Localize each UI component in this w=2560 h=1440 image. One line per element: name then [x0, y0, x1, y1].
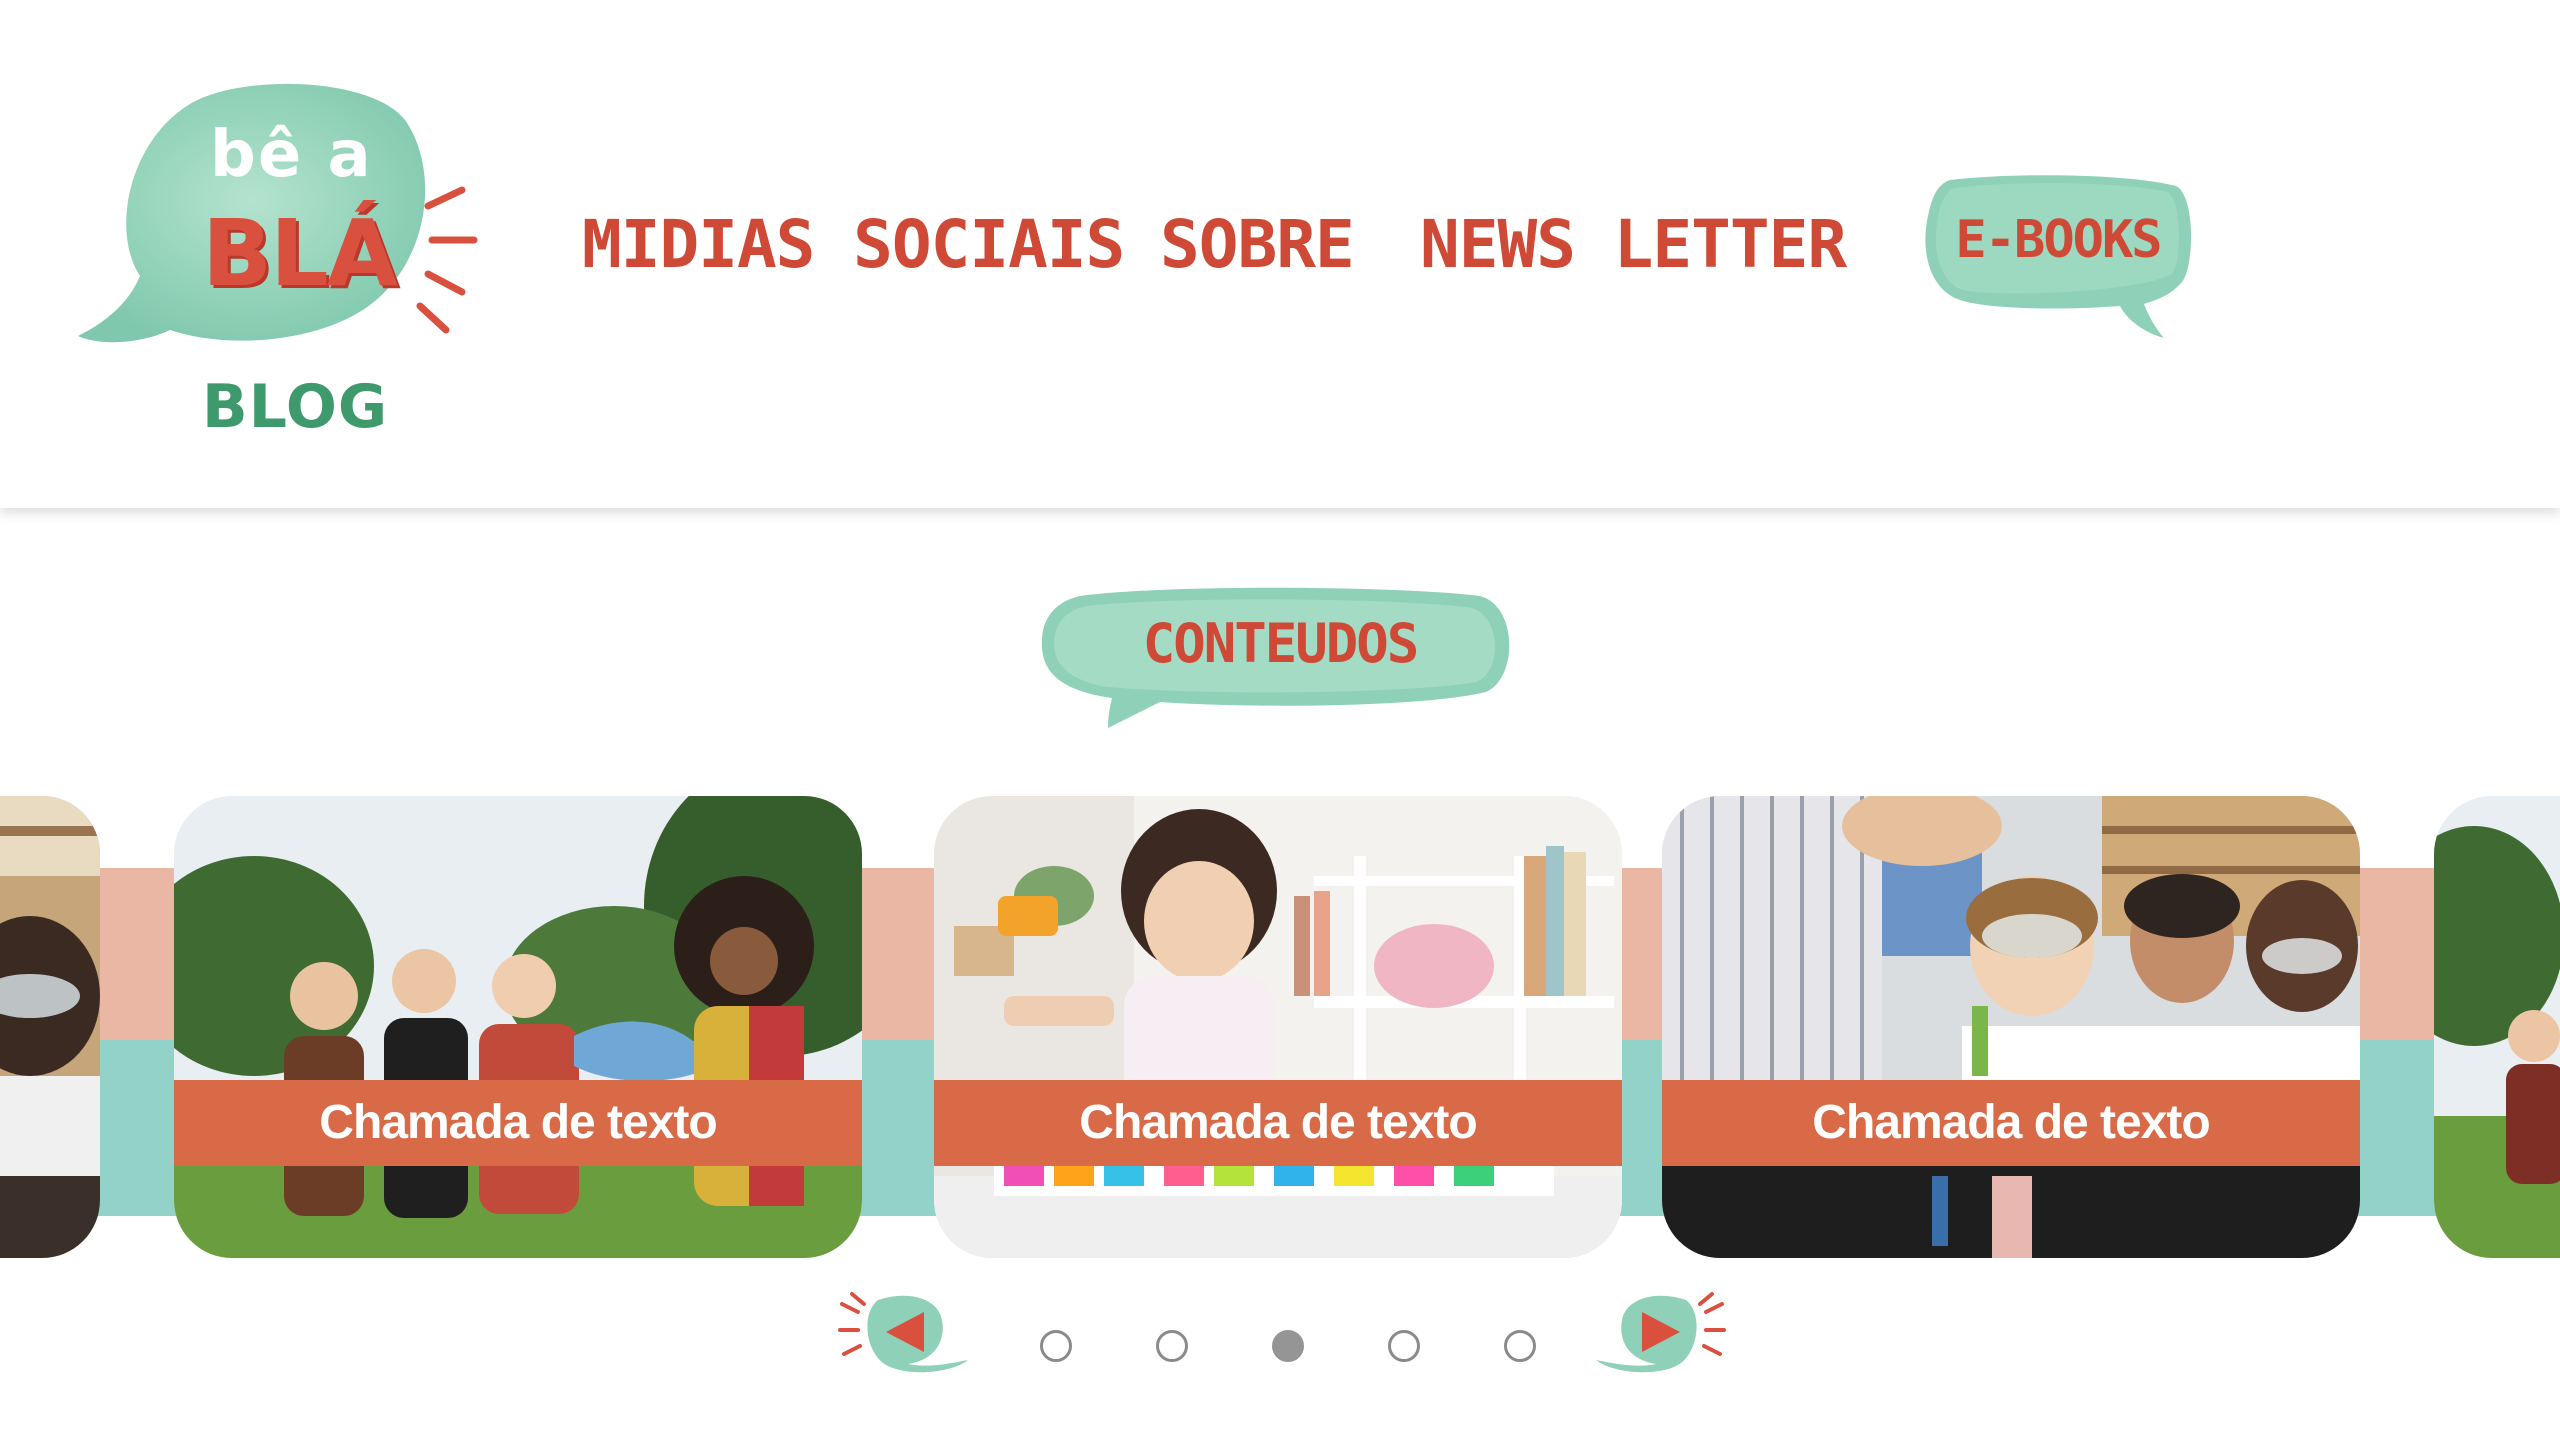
site-header: bê a BLÁ BLOG MIDIAS SOCIAIS SOBRE NEWS …	[0, 0, 2560, 508]
site-logo[interactable]: bê a BLÁ BLOG	[70, 80, 490, 460]
carousel-card[interactable]: Chamada de texto	[934, 796, 1622, 1258]
nav-link-sobre[interactable]: SOBRE	[1160, 206, 1355, 283]
nav-link-midias-sociais[interactable]: MIDIAS SOCIAIS	[582, 206, 1125, 283]
carousel-dot-active[interactable]	[1272, 1330, 1304, 1362]
carousel-card[interactable]: Chamada de texto	[174, 796, 862, 1258]
photo-classroom	[0, 796, 100, 1258]
photo-girl-with-blocks	[934, 796, 1622, 1258]
ebooks-button[interactable]: E-BOOKS	[1920, 172, 2196, 340]
photo-science-class	[1662, 796, 2360, 1258]
photo-children-running	[2434, 796, 2560, 1258]
photo-children-running	[174, 796, 862, 1258]
triangle-left-icon	[838, 1292, 968, 1373]
section-title: CONTEUDOS	[1142, 612, 1420, 675]
carousel-dot[interactable]	[1040, 1330, 1072, 1362]
carousel-card-partial[interactable]	[0, 796, 100, 1258]
carousel-dot[interactable]	[1504, 1330, 1536, 1362]
section-title-badge: CONTEUDOS	[1040, 586, 1520, 728]
card-caption: Chamada de texto	[1662, 1080, 2360, 1166]
logo-text-top: bê a	[210, 118, 373, 192]
carousel-card[interactable]: Chamada de texto	[1662, 796, 2360, 1258]
carousel-dot[interactable]	[1156, 1330, 1188, 1362]
card-caption: Chamada de texto	[174, 1080, 862, 1166]
carousel-card-partial[interactable]	[2434, 796, 2560, 1258]
nav-link-news-letter[interactable]: NEWS LETTER	[1420, 206, 1847, 283]
carousel-prev-button[interactable]	[838, 1290, 974, 1376]
carousel-dot[interactable]	[1388, 1330, 1420, 1362]
logo-subtitle: BLOG	[202, 372, 389, 442]
card-caption: Chamada de texto	[934, 1080, 1622, 1166]
ebooks-label: E-BOOKS	[1955, 210, 2162, 270]
triangle-right-icon	[1596, 1292, 1726, 1373]
logo-text-main: BLÁ	[202, 200, 398, 307]
carousel-next-button[interactable]	[1590, 1290, 1726, 1376]
